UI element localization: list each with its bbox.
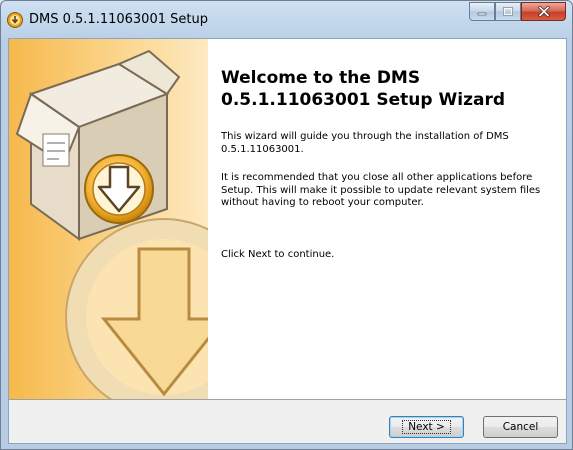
window-title: DMS 0.5.1.11063001 Setup [29, 12, 208, 27]
minimize-icon [477, 12, 487, 15]
setup-window: DMS 0.5.1.11063001 Setup Welcome to the … [0, 0, 573, 450]
wizard-banner-image [9, 39, 208, 399]
welcome-page: Welcome to the DMS 0.5.1.11063001 Setup … [9, 39, 566, 399]
minimize-button[interactable] [469, 2, 495, 21]
next-button[interactable]: Next > [389, 416, 464, 438]
continue-instruction: Click Next to continue. [221, 249, 335, 260]
maximize-button[interactable] [495, 2, 521, 21]
welcome-heading: Welcome to the DMS 0.5.1.11063001 Setup … [221, 68, 505, 110]
close-icon [537, 6, 550, 17]
title-bar[interactable]: DMS 0.5.1.11063001 Setup [1, 1, 572, 39]
installer-icon [7, 12, 23, 28]
intro-text: This wizard will guide you through the i… [221, 131, 509, 155]
cancel-button-label: Cancel [502, 421, 539, 433]
recommendation-text: It is recommended that you close all oth… [221, 172, 541, 209]
close-button[interactable] [521, 2, 566, 21]
footer-separator [9, 399, 566, 400]
caption-buttons [469, 2, 566, 22]
cancel-button[interactable]: Cancel [483, 416, 558, 438]
next-button-label: Next > [402, 420, 451, 434]
box-download-graphic [9, 39, 208, 399]
maximize-icon [503, 7, 513, 16]
wizard-client-area: Welcome to the DMS 0.5.1.11063001 Setup … [8, 38, 567, 444]
